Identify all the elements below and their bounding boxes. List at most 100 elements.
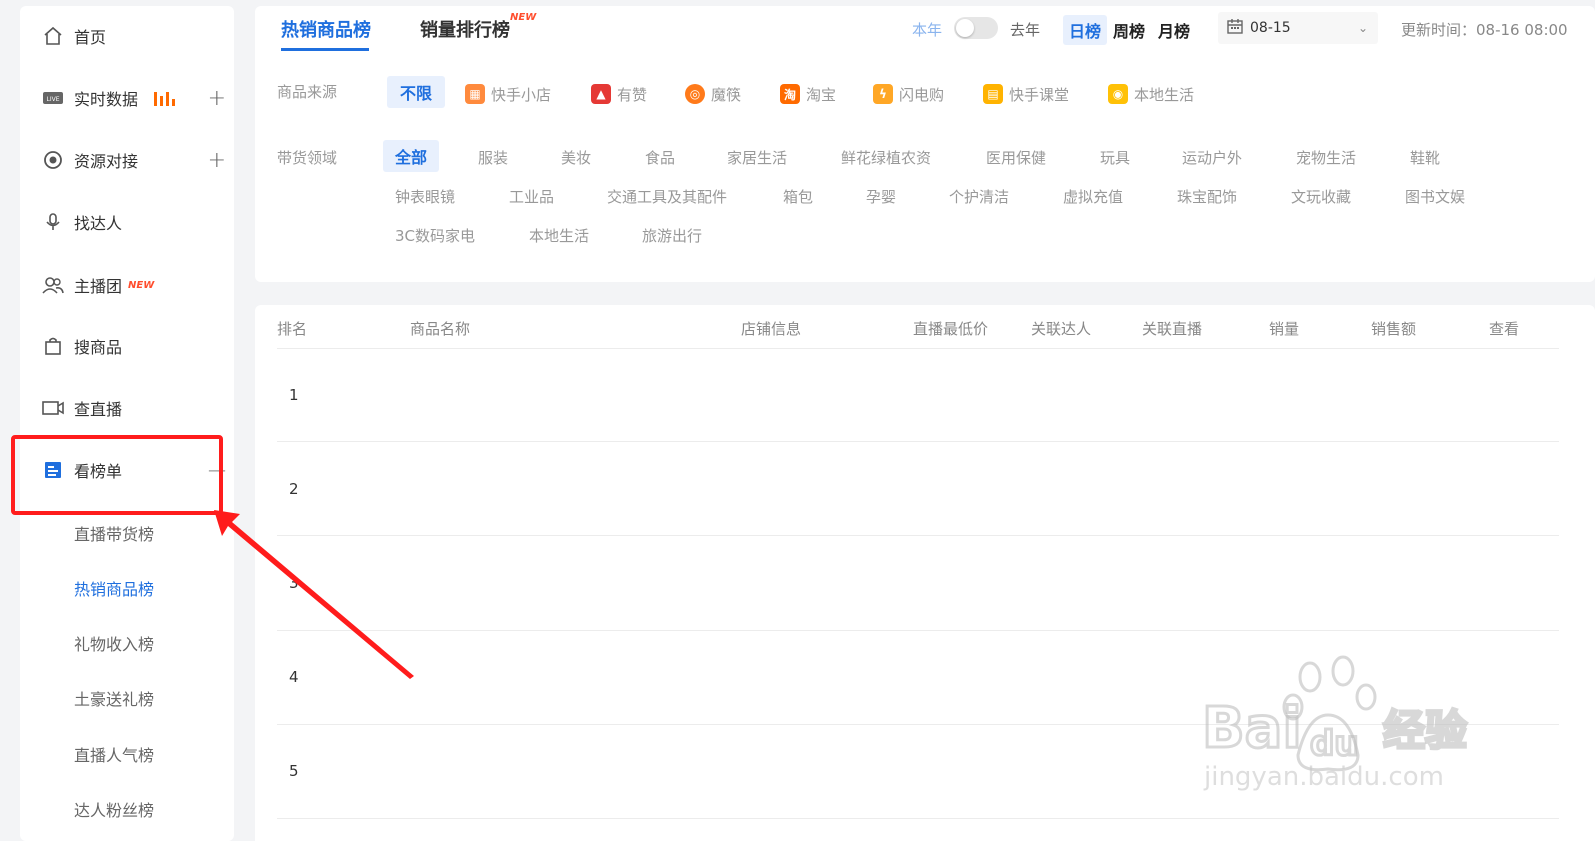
period-day[interactable]: 日榜 [1063,15,1108,45]
svg-text:jingyan.baidu.com: jingyan.baidu.com [1203,762,1444,792]
mic-icon [42,211,64,233]
sidebar-item-anchor-group[interactable]: 主播团 NEW [42,270,222,300]
category-all-chip[interactable]: 全部 [383,140,439,172]
table-row-rank: 4 [289,668,299,686]
col-product-name: 商品名称 [410,320,471,338]
sidebar-item-label: 主播团 [74,277,123,296]
sidebar-item-realtime[interactable]: LIVE 实时数据 + [42,83,226,113]
sidebar-sub-fans[interactable]: 达人粉丝榜 [74,797,154,821]
source-label-text: 有赞 [617,85,648,104]
source-kuaishou-class[interactable]: ▤ 快手课堂 [983,78,1069,110]
new-badge: NEW [510,12,537,23]
paw-logo: Bai du 经验 jingyan.baidu.com [1201,655,1469,792]
category-item[interactable]: 钟表眼镜 [395,186,455,207]
sidebar-sub-live-sales[interactable]: 直播带货榜 [74,521,154,545]
sidebar-sub-rich-gift[interactable]: 土豪送礼榜 [74,686,154,710]
category-item[interactable]: 箱包 [783,186,813,207]
shop-icon: ▦ [465,84,485,104]
category-item[interactable]: 孕婴 [866,186,896,207]
realtime-bars-icon [154,90,176,106]
table-divider [277,818,1559,819]
category-item[interactable]: 本地生活 [529,225,589,246]
sidebar-sub-live-popularity[interactable]: 直播人气榜 [74,742,154,766]
source-taobao[interactable]: 淘 淘宝 [780,78,836,110]
source-label-text: 闪电购 [899,85,945,104]
source-youzan[interactable]: ▲ 有赞 [591,78,647,110]
active-tab-indicator [281,48,369,51]
year-toggle[interactable] [954,17,998,39]
category-item[interactable]: 图书文娱 [1405,186,1465,207]
category-item[interactable]: 宠物生活 [1296,147,1356,168]
sidebar-item-check-live[interactable]: 查直播 [42,393,222,423]
group-icon [42,274,64,296]
flash-icon: ϟ [873,84,893,104]
update-time: 更新时间：08-16 08:00 [1401,21,1568,39]
category-item[interactable]: 个护清洁 [949,186,1009,207]
category-item[interactable]: 食品 [645,147,675,168]
source-kuaishou-shop[interactable]: ▦ 快手小店 [465,78,551,110]
table-divider [277,441,1559,442]
expand-plus-icon[interactable]: + [208,86,226,111]
taobao-icon: 淘 [780,84,800,104]
category-item[interactable]: 鞋靴 [1410,147,1440,168]
tab-sales-ranking[interactable]: 销量排行榜NEW [420,12,536,42]
sidebar: 首页 LIVE 实时数据 + 资源对接 + 找达人 主播团 NEW 搜商品 查直… [20,6,234,841]
category-item[interactable]: 珠宝配饰 [1177,186,1237,207]
resource-icon [42,149,64,171]
tab-label: 销量排行榜 [420,20,510,41]
col-related-influencer: 关联达人 [1031,320,1092,338]
sidebar-item-resource[interactable]: 资源对接 + [42,145,226,175]
baidu-watermark: Bai du 经验 jingyan.baidu.com [1198,655,1498,805]
source-label-text: 快手课堂 [1009,85,1070,104]
col-min-price: 直播最低价 [913,320,989,338]
category-item[interactable]: 旅游出行 [642,225,702,246]
source-flash-buy[interactable]: ϟ 闪电购 [873,78,944,110]
sidebar-sub-hot-goods[interactable]: 热销商品榜 [74,576,154,600]
category-item[interactable]: 运动户外 [1182,147,1242,168]
col-view: 查看 [1489,320,1520,338]
source-label-text: 魔筷 [711,85,742,104]
table-divider [277,348,1559,349]
mokuai-icon: ◎ [685,84,705,104]
source-local-life[interactable]: ◉ 本地生活 [1108,78,1194,110]
col-rank: 排名 [277,320,308,338]
expand-plus-icon[interactable]: + [208,148,226,173]
category-item[interactable]: 交通工具及其配件 [607,186,727,207]
category-item[interactable]: 虚拟充值 [1063,186,1123,207]
sidebar-item-label: 资源对接 [74,152,139,171]
svg-text:经验: 经验 [1383,706,1467,755]
period-week[interactable]: 周榜 [1107,15,1151,45]
category-item[interactable]: 家居生活 [727,147,787,168]
category-item[interactable]: 工业品 [509,186,554,207]
col-shop-info: 店铺信息 [741,320,802,338]
source-label-text: 快手小店 [491,85,552,104]
table-divider [277,535,1559,536]
location-icon: ◉ [1108,84,1128,104]
category-item[interactable]: 美妆 [561,147,591,168]
svg-text:Bai: Bai [1202,696,1302,761]
sidebar-item-find-influencer[interactable]: 找达人 [42,207,222,237]
sidebar-item-search-goods[interactable]: 搜商品 [42,331,222,361]
bag-icon [42,335,64,357]
table-divider [277,630,1559,631]
sidebar-item-label: 找达人 [74,214,123,233]
new-badge: NEW [128,279,155,291]
category-item[interactable]: 3C数码家电 [395,225,475,246]
sidebar-item-home[interactable]: 首页 [42,21,222,51]
category-item[interactable]: 鲜花绿植农资 [841,147,931,168]
book-icon: ▤ [983,84,1003,104]
svg-text:du: du [1310,724,1359,764]
category-item[interactable]: 玩具 [1100,147,1130,168]
source-all-chip[interactable]: 不限 [387,76,445,108]
sidebar-sub-gift-income[interactable]: 礼物收入榜 [74,631,154,655]
sidebar-item-label: 搜商品 [74,338,123,357]
source-mokuai[interactable]: ◎ 魔筷 [685,78,741,110]
home-icon [42,25,64,47]
category-item[interactable]: 服装 [478,147,508,168]
period-month[interactable]: 月榜 [1152,15,1196,45]
tab-hot-goods[interactable]: 热销商品榜 [281,16,371,42]
category-item[interactable]: 文玩收藏 [1291,186,1351,207]
date-picker[interactable]: 08-15 ⌄ [1218,12,1378,44]
year-current-label: 本年 [912,21,943,39]
category-item[interactable]: 医用保健 [986,147,1046,168]
